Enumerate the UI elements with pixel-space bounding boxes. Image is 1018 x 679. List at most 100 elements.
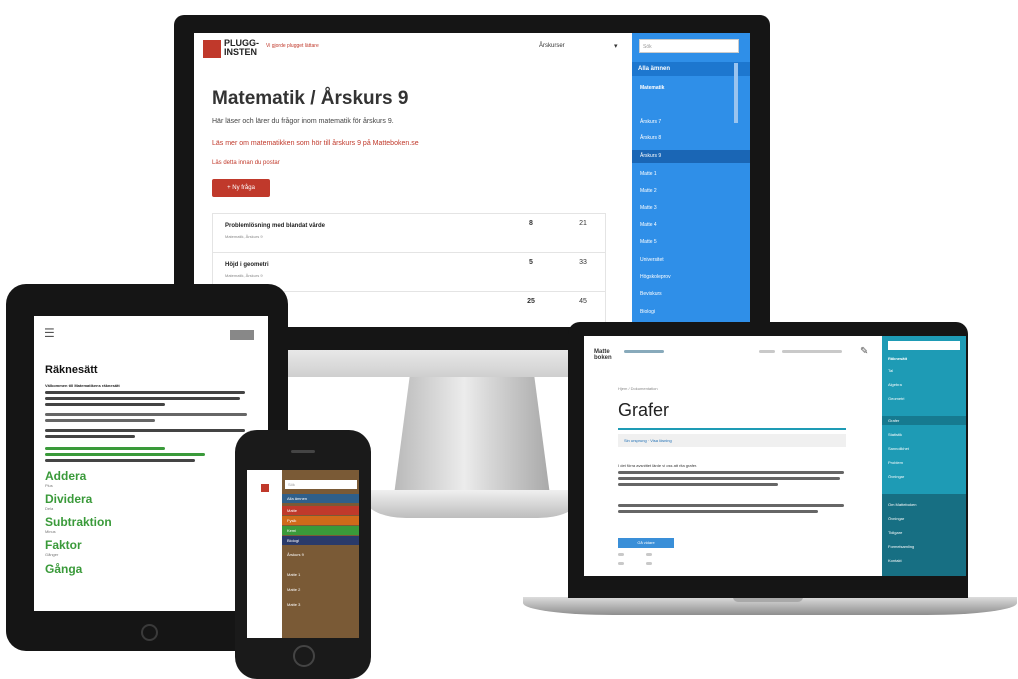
- sidebar-item[interactable]: Matte 2: [640, 188, 657, 194]
- breadcrumb[interactable]: Hjem / Dokumentation: [618, 386, 658, 391]
- logo-icon: [203, 40, 221, 58]
- header-link[interactable]: [759, 350, 775, 353]
- sidebar-item[interactable]: Övningar: [888, 474, 904, 479]
- sidebar-item[interactable]: Algebra: [888, 382, 902, 387]
- sidebar-item[interactable]: Matte 4: [640, 222, 657, 228]
- sidebar-item[interactable]: Problem: [888, 460, 903, 465]
- monitor-stand-neck: [394, 377, 550, 495]
- menu-item[interactable]: Alla ämnen: [282, 494, 359, 503]
- sidebar-item-active[interactable]: Årskurs 9: [640, 153, 661, 159]
- row-views-count: 21: [579, 220, 587, 227]
- word-link[interactable]: Subtraktion: [45, 515, 112, 529]
- text-line: [618, 504, 844, 507]
- read-before-posting-link[interactable]: Läs detta innan du postar: [212, 160, 280, 166]
- text-line: [45, 435, 135, 438]
- word-sub: Gånger: [45, 552, 59, 557]
- sidebar-item[interactable]: Biologi: [640, 309, 655, 315]
- sidebar-item-matematik[interactable]: Matematik: [640, 85, 664, 91]
- word-sub: Plus: [45, 483, 53, 488]
- sidebar-item[interactable]: Högskoleprov: [640, 274, 671, 280]
- tablet-screen: ☰ Räknesätt Välkommen till Matematikens …: [34, 316, 268, 611]
- site-logo[interactable]: Matte boken: [594, 349, 618, 361]
- word-sub: Dela: [45, 506, 54, 511]
- text-line: [45, 391, 245, 394]
- chevron-down-icon[interactable]: ▾: [614, 42, 618, 50]
- sidebar-item[interactable]: Tal: [888, 368, 893, 373]
- page-title: Matematik / Årskurs 9: [212, 88, 409, 109]
- sidebar-item[interactable]: Räknesätt: [888, 356, 907, 361]
- laptop-screen: Matte boken ✎ Hjem / Dokumentation Grafe…: [584, 336, 966, 576]
- sidebar-footer-item[interactable]: Övningar: [888, 516, 904, 521]
- word-link[interactable]: Faktor: [45, 538, 82, 552]
- menu-item[interactable]: Kemi: [282, 526, 359, 535]
- menu-item[interactable]: Fysik: [282, 516, 359, 525]
- row-title[interactable]: Problemlösning med blandat värde: [225, 223, 325, 229]
- search-input[interactable]: [888, 341, 960, 350]
- sidebar-item[interactable]: Matte 1: [640, 171, 657, 177]
- row-title[interactable]: Höjd i geometri: [225, 262, 269, 268]
- next-button[interactable]: Gå vidare: [618, 538, 674, 548]
- home-button-icon[interactable]: [141, 624, 158, 641]
- page-subtitle: Här läser och lärer du frågor inom matem…: [212, 118, 394, 125]
- logo-icon: [230, 330, 254, 340]
- table-cell: [618, 553, 624, 556]
- tagline: [624, 350, 664, 353]
- new-question-button[interactable]: + Ny fråga: [212, 179, 270, 197]
- text-line: [618, 483, 778, 486]
- word-link[interactable]: Gånga: [45, 562, 82, 576]
- text-line: [618, 477, 840, 480]
- link-line[interactable]: [45, 453, 205, 456]
- matteboken-link[interactable]: Läs mer om matematikken som hör till års…: [212, 140, 419, 147]
- text-line: [45, 403, 165, 406]
- row-views-count: 33: [579, 259, 587, 266]
- page-title: Räknesätt: [45, 364, 98, 376]
- page-title: Grafer: [618, 400, 670, 420]
- sidebar-item[interactable]: Beviskurs: [640, 291, 662, 297]
- edit-icon[interactable]: ✎: [860, 346, 868, 357]
- word-link[interactable]: Addera: [45, 469, 86, 483]
- course-select[interactable]: Årskurser: [539, 43, 565, 49]
- menu-item[interactable]: Matte 3: [282, 600, 359, 609]
- hamburger-menu-icon[interactable]: ☰: [44, 326, 55, 340]
- tab-bar[interactable]: Sin ursprung · Visa lösning: [618, 434, 846, 447]
- header-link[interactable]: [782, 350, 842, 353]
- search-input[interactable]: Sök: [285, 480, 357, 489]
- sidebar-item[interactable]: Årskurs 8: [640, 135, 661, 141]
- sidebar-footer-item[interactable]: Tidigare: [888, 530, 902, 535]
- sidebar-item[interactable]: Geometri: [888, 396, 904, 401]
- sidebar-footer-item[interactable]: Kontakt: [888, 558, 902, 563]
- sidebar-item[interactable]: Matte 3: [640, 205, 657, 211]
- scrollbar[interactable]: [734, 63, 738, 123]
- monitor-screen: PLUGG-INSTEN Vi gjorde plugget lättare Å…: [194, 33, 750, 327]
- phone-screen: Sök Alla ämnen Matte Fysik Kemi Biologi …: [247, 470, 359, 638]
- sidebar-item[interactable]: Universitet: [640, 257, 664, 263]
- menu-item[interactable]: Matte 1: [282, 570, 359, 579]
- sidebar-item-active[interactable]: Grafer: [888, 418, 899, 423]
- table-cell: [646, 562, 652, 565]
- monitor-stand-base: [366, 490, 578, 518]
- sidebar-item[interactable]: Sannolikhet: [888, 446, 909, 451]
- sidebar-item[interactable]: Årskurs 7: [640, 119, 661, 125]
- menu-item[interactable]: Matte 2: [282, 585, 359, 594]
- table-row[interactable]: Problemlösning med blandat värde Matemat…: [212, 213, 606, 253]
- link-line[interactable]: [45, 447, 165, 450]
- home-button-icon[interactable]: [293, 645, 315, 667]
- table-cell: [618, 562, 624, 565]
- site-logo[interactable]: PLUGG-INSTEN: [224, 39, 260, 57]
- intro-text: Välkommen till Matematikens räknesätt: [45, 383, 120, 388]
- row-subtitle: Matematik, Årskurs 9: [225, 234, 263, 239]
- table-cell: [646, 553, 652, 556]
- sidebar-footer-item[interactable]: Formelsamling: [888, 544, 914, 549]
- menu-item[interactable]: Matte: [282, 506, 359, 515]
- site-tagline: Vi gjorde plugget lättare: [266, 43, 319, 49]
- sidebar-item[interactable]: Matte 5: [640, 239, 657, 245]
- menu-item[interactable]: Biologi: [282, 536, 359, 545]
- text-line: [45, 459, 195, 462]
- word-link[interactable]: Dividera: [45, 492, 92, 506]
- sidebar-item[interactable]: Statistik: [888, 432, 902, 437]
- menu-item[interactable]: Årskurs 9: [282, 550, 359, 559]
- word-sub: Minus: [45, 529, 56, 534]
- all-subjects-toggle[interactable]: Alla ämnen: [632, 62, 750, 76]
- sidebar-footer-item[interactable]: Om Matteboken: [888, 502, 916, 507]
- search-input[interactable]: Sök: [639, 39, 739, 53]
